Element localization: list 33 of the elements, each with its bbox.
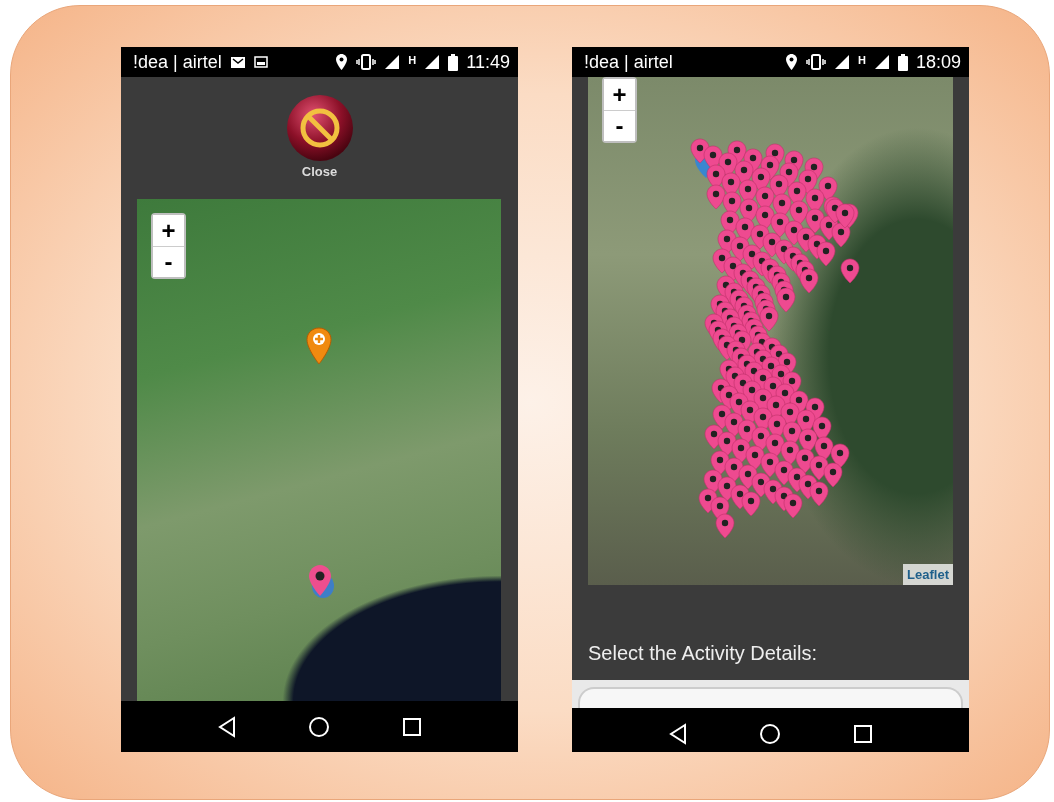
back-icon[interactable] bbox=[667, 723, 688, 745]
vibrate-icon bbox=[806, 54, 826, 70]
network-type: H bbox=[858, 53, 866, 68]
location-icon bbox=[335, 53, 349, 71]
clock-time: 11:49 bbox=[466, 50, 510, 74]
signal-icon bbox=[424, 54, 441, 70]
battery-icon bbox=[448, 53, 459, 71]
zoom-out-button[interactable]: - bbox=[153, 246, 184, 277]
clock-time: 18:09 bbox=[915, 50, 961, 74]
back-icon[interactable] bbox=[216, 716, 237, 738]
battery-icon bbox=[897, 53, 908, 71]
signal-icon bbox=[834, 54, 850, 70]
signal-icon bbox=[873, 54, 890, 70]
home-icon[interactable] bbox=[759, 723, 782, 745]
image-icon bbox=[253, 56, 268, 68]
carrier-name: !dea | airtel bbox=[133, 50, 222, 74]
zoom-out-button[interactable]: - bbox=[604, 110, 635, 141]
signal-icon bbox=[384, 54, 401, 70]
prohibited-icon bbox=[285, 93, 354, 162]
attribution-link[interactable]: Leaflet bbox=[903, 563, 953, 585]
network-type: H bbox=[408, 53, 417, 68]
map-pin-icon bbox=[306, 327, 332, 365]
recent-apps-icon[interactable] bbox=[402, 717, 423, 737]
select-field[interactable] bbox=[578, 687, 963, 708]
section-title: Select the Activity Details: bbox=[587, 641, 818, 666]
mail-icon bbox=[229, 55, 246, 69]
vibrate-icon bbox=[356, 54, 377, 70]
home-icon[interactable] bbox=[308, 716, 331, 738]
location-icon bbox=[785, 53, 798, 71]
map-pin-icon bbox=[307, 564, 335, 600]
carrier-name: !dea | airtel bbox=[584, 50, 673, 74]
recent-apps-icon[interactable] bbox=[853, 724, 874, 744]
close-button[interactable]: Close bbox=[285, 93, 354, 182]
